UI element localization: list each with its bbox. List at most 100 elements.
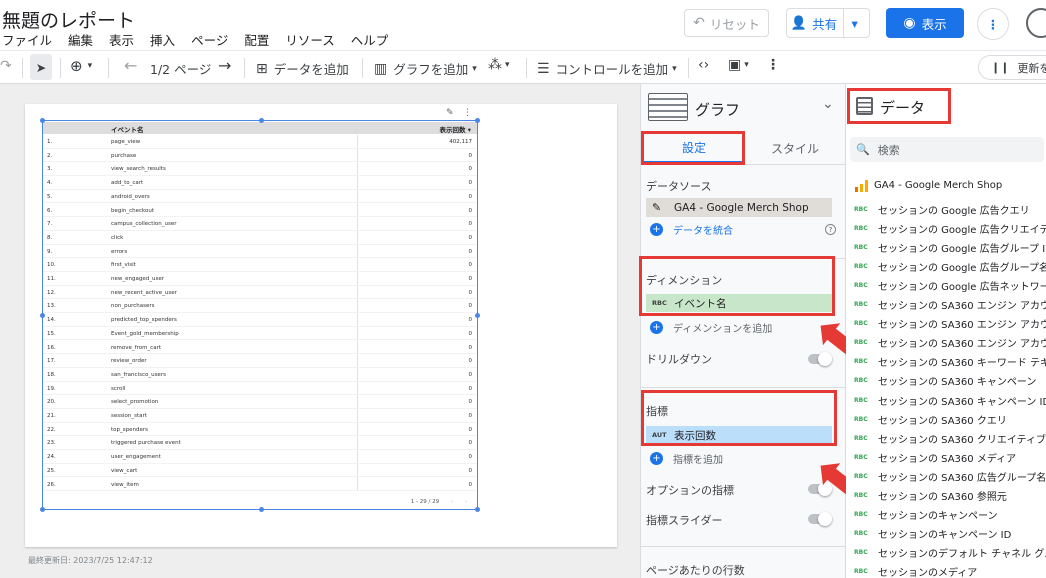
add-data-button[interactable]: ⊞ データを追加 bbox=[256, 59, 349, 78]
table-row[interactable]: 26. view_item 0 bbox=[43, 478, 477, 492]
zoom-icon[interactable]: ⊕ ▾ bbox=[70, 57, 92, 75]
edit-pencil-icon[interactable]: ✎ bbox=[446, 108, 454, 118]
add-metric-button[interactable]: + 指標を追加 bbox=[646, 449, 834, 467]
blend-data-link[interactable]: + データを統合 ? bbox=[646, 220, 836, 238]
resize-handle[interactable] bbox=[40, 313, 45, 318]
view-button[interactable]: ◉ 表示 bbox=[886, 8, 964, 38]
data-source-chip[interactable]: ✎ GA4 - Google Merch Shop bbox=[646, 198, 832, 217]
menu-help[interactable]: ヘルプ bbox=[351, 30, 389, 49]
table-row[interactable]: 15. Event_gold_membership 0 bbox=[43, 327, 477, 341]
table-row[interactable]: 11. new_engaged_user 0 bbox=[43, 272, 477, 286]
column-header-dimension[interactable]: イベント名 bbox=[111, 124, 144, 134]
field-item[interactable]: RBC セッションのキャンペーン ID bbox=[854, 524, 1046, 543]
table-row[interactable]: 2. purchase 0 bbox=[43, 149, 477, 163]
table-chart[interactable]: イベント名 表示回数 ▾ 1. page_view 402,117 2. purchas… bbox=[40, 118, 480, 512]
prev-page-icon[interactable]: ← bbox=[124, 56, 137, 75]
refresh-data-button[interactable]: ❙❙ 更新を bbox=[978, 55, 1046, 80]
field-item[interactable]: RBC セッションの SA360 キャンペーン ID bbox=[854, 391, 1046, 410]
field-item[interactable]: RBC セッションの SA360 キーワード テキ… bbox=[854, 352, 1046, 371]
menu-edit[interactable]: 編集 bbox=[68, 30, 93, 49]
table-row[interactable]: 3. view_search_results 0 bbox=[43, 162, 477, 177]
community-viz-icon[interactable]: ⁂ ▾ bbox=[488, 57, 510, 73]
help-circle-icon[interactable]: ? bbox=[825, 223, 836, 235]
field-item[interactable]: RBC セッションの SA360 広告グループ名 bbox=[854, 467, 1046, 486]
resize-handle[interactable] bbox=[40, 507, 45, 512]
report-title[interactable]: 無題のレポート bbox=[2, 6, 135, 33]
menu-file[interactable]: ファイル bbox=[2, 30, 52, 49]
table-row[interactable]: 21. session_start 0 bbox=[43, 409, 477, 423]
menu-insert[interactable]: 挿入 bbox=[150, 30, 175, 49]
field-item[interactable]: RBC セッションのメディア bbox=[854, 562, 1046, 578]
field-item[interactable]: RBC セッションの SA360 キャンペーン bbox=[854, 371, 1046, 390]
resize-handle[interactable] bbox=[259, 118, 264, 123]
table-row[interactable]: 25. view_cart 0 bbox=[43, 464, 477, 478]
table-row[interactable]: 18. san_francisco_users 0 bbox=[43, 368, 477, 382]
next-page-icon[interactable]: › bbox=[465, 499, 467, 505]
share-dropdown-icon[interactable]: ▾ bbox=[843, 9, 865, 37]
chevron-down-icon[interactable]: ⌄ bbox=[822, 96, 834, 112]
table-row[interactable]: 4. add_to_cart 0 bbox=[43, 176, 477, 190]
metric-slider-toggle[interactable] bbox=[808, 512, 832, 526]
prev-page-icon[interactable]: ‹ bbox=[451, 499, 453, 505]
table-row[interactable]: 5. android_overs 0 bbox=[43, 190, 477, 204]
table-row[interactable]: 23. triggered purchase event 0 bbox=[43, 436, 477, 451]
share-button[interactable]: 👤 共有 ▾ bbox=[786, 8, 870, 38]
table-row[interactable]: 22. top_spenders 0 bbox=[43, 423, 477, 437]
field-item[interactable]: RBC セッションの Google 広告グループ名 bbox=[854, 257, 1046, 276]
field-item[interactable]: RBC セッションの SA360 エンジン アカウ… bbox=[854, 333, 1046, 352]
column-header-metric[interactable]: 表示回数 ▾ bbox=[439, 124, 471, 134]
table-row[interactable]: 17. review_order 0 bbox=[43, 354, 477, 368]
help-icon[interactable] bbox=[1026, 8, 1046, 38]
field-item[interactable]: RBC セッションの Google 広告ネットワー… bbox=[854, 276, 1046, 295]
field-item[interactable]: RBC セッションの Google 広告グループ ID bbox=[854, 238, 1046, 257]
table-row[interactable]: 10. first_visit 0 bbox=[43, 258, 477, 272]
resize-handle[interactable] bbox=[259, 507, 264, 512]
field-item[interactable]: RBC セッションの Google 広告クエリ bbox=[854, 200, 1046, 219]
table-row[interactable]: 9. errors 0 bbox=[43, 245, 477, 259]
field-item[interactable]: RBC セッションの SA360 クエリ bbox=[854, 410, 1046, 429]
field-item[interactable]: RBC セッションのデフォルト チャネル グ… bbox=[854, 543, 1046, 562]
widget-more-icon[interactable]: ⋮ bbox=[463, 108, 472, 118]
table-row[interactable]: 14. predicted_top_spenders 0 bbox=[43, 313, 477, 327]
table-row[interactable]: 8. click 0 bbox=[43, 231, 477, 245]
menu-view[interactable]: 表示 bbox=[109, 30, 134, 49]
table-row[interactable]: 19. scroll 0 bbox=[43, 382, 477, 396]
menu-resource[interactable]: リソース bbox=[285, 30, 334, 49]
redo-icon[interactable]: ↷ bbox=[0, 58, 12, 74]
table-row[interactable]: 13. non_purchasers 0 bbox=[43, 299, 477, 314]
image-icon[interactable]: ▣ ▾ bbox=[728, 57, 749, 73]
reset-button[interactable]: ↶ リセット bbox=[684, 9, 769, 37]
field-item[interactable]: RBC セッションの SA360 クリエイティブ … bbox=[854, 429, 1046, 448]
optional-metrics-toggle[interactable] bbox=[808, 482, 832, 496]
next-page-icon[interactable]: → bbox=[218, 56, 231, 75]
resize-handle[interactable] bbox=[40, 118, 45, 123]
resize-handle[interactable] bbox=[475, 118, 480, 123]
table-row[interactable]: 6. begin_checkout 0 bbox=[43, 204, 477, 218]
field-item[interactable]: RBC セッションの Google 広告クリエイティ… bbox=[854, 219, 1046, 238]
field-item[interactable]: RBC セッションの SA360 メディア bbox=[854, 448, 1046, 467]
table-row[interactable]: 20. select_promotion 0 bbox=[43, 395, 477, 409]
field-item[interactable]: RBC セッションの SA360 エンジン アカウ… bbox=[854, 295, 1046, 314]
table-row[interactable]: 24. user_engagement 0 bbox=[43, 450, 477, 464]
chart-type-label[interactable]: グラフ bbox=[695, 99, 740, 120]
resize-handle[interactable] bbox=[475, 313, 480, 318]
select-cursor-icon[interactable]: ➤ bbox=[30, 54, 52, 80]
menu-page[interactable]: ページ bbox=[191, 30, 228, 49]
drilldown-toggle[interactable] bbox=[808, 352, 832, 366]
embed-code-icon[interactable]: ‹› bbox=[698, 57, 709, 73]
menu-arrange[interactable]: 配置 bbox=[244, 30, 269, 49]
table-row[interactable]: 1. page_view 402,117 bbox=[43, 135, 477, 149]
table-row[interactable]: 16. remove_from_cart 0 bbox=[43, 341, 477, 355]
more-vert-icon[interactable]: ⋮ bbox=[977, 8, 1009, 40]
more-tools-icon[interactable]: ⋮ bbox=[766, 57, 780, 73]
add-chart-button[interactable]: ▥ グラフを追加 ▾ bbox=[374, 59, 477, 78]
resize-handle[interactable] bbox=[475, 507, 480, 512]
add-dimension-button[interactable]: + ディメンションを追加 bbox=[646, 318, 834, 336]
tab-style[interactable]: スタイル bbox=[745, 133, 845, 163]
field-item[interactable]: RBC セッションのキャンペーン bbox=[854, 505, 1046, 524]
add-control-button[interactable]: ☰ コントロールを追加 ▾ bbox=[537, 59, 677, 78]
field-item[interactable]: RBC セッションの SA360 参照元 bbox=[854, 486, 1046, 505]
field-search-input[interactable]: 🔍 検索 bbox=[850, 137, 1044, 162]
table-row[interactable]: 7. campus_collection_user 0 bbox=[43, 217, 477, 231]
table-row[interactable]: 12. new_recent_active_user 0 bbox=[43, 286, 477, 300]
